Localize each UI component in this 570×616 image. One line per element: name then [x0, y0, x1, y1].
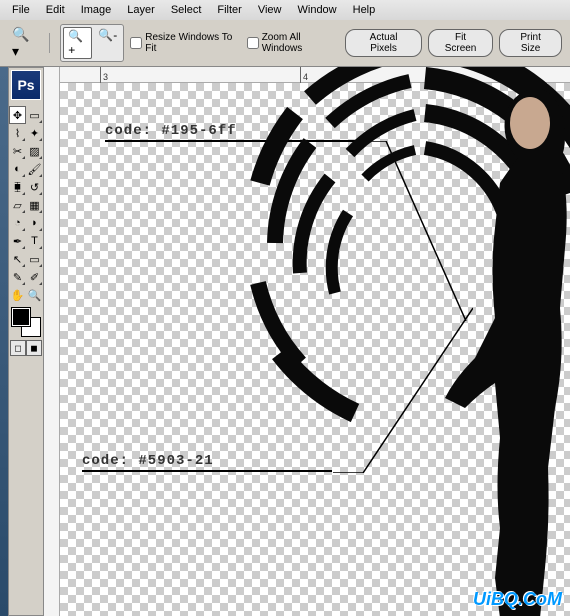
- divider: [49, 33, 50, 53]
- eraser-tool[interactable]: ▱: [9, 196, 26, 214]
- tool-palette: Ps ✥▭ ⌇✦ ✂▨ ◐🖌 ⧯↺ ▱▦ ◔◗ ✒T ↖▭ ✎✐ ✋🔍 ◻ ◼: [8, 67, 44, 616]
- menu-window[interactable]: Window: [290, 2, 345, 18]
- vertical-ruler[interactable]: [44, 67, 60, 616]
- standard-mode[interactable]: ◻: [10, 340, 26, 356]
- print-size-button[interactable]: Print Size: [499, 29, 562, 57]
- document-window: 3 4 5 code: #195-6ff code: #5903-21: [44, 67, 570, 616]
- marquee-tool[interactable]: ▭: [26, 106, 43, 124]
- canvas[interactable]: code: #195-6ff code: #5903-21: [60, 83, 570, 616]
- fit-screen-button[interactable]: Fit Screen: [428, 29, 493, 57]
- pen-tool[interactable]: ✒: [9, 232, 26, 250]
- history-brush-tool[interactable]: ↺: [26, 178, 43, 196]
- menu-select[interactable]: Select: [163, 2, 210, 18]
- magic-wand-tool[interactable]: ✦: [26, 124, 43, 142]
- quickmask-mode[interactable]: ◼: [26, 340, 42, 356]
- panel-dock-tab[interactable]: [0, 67, 8, 616]
- menu-view[interactable]: View: [250, 2, 290, 18]
- zoom-out-icon[interactable]: 🔍-: [94, 27, 121, 59]
- zoom-in-icon[interactable]: 🔍+: [63, 27, 92, 59]
- workspace: Ps ✥▭ ⌇✦ ✂▨ ◐🖌 ⧯↺ ▱▦ ◔◗ ✒T ↖▭ ✎✐ ✋🔍 ◻ ◼ …: [0, 67, 570, 616]
- options-bar: 🔍▾ 🔍+ 🔍- Resize Windows To Fit Zoom All …: [0, 20, 570, 67]
- mask-mode-group: ◻ ◼: [10, 340, 42, 356]
- main-menu-bar: File Edit Image Layer Select Filter View…: [0, 0, 570, 20]
- menu-filter[interactable]: Filter: [209, 2, 249, 18]
- zoom-all-option: Zoom All Windows: [247, 32, 340, 54]
- watermark: UiBQ.CoM: [473, 589, 562, 610]
- move-tool[interactable]: ✥: [9, 106, 26, 124]
- ruler-tick: 3: [100, 67, 108, 83]
- menu-edit[interactable]: Edit: [38, 2, 73, 18]
- blur-tool[interactable]: ◔: [9, 214, 26, 232]
- resize-windows-checkbox[interactable]: [130, 37, 142, 49]
- notes-tool[interactable]: ✎: [9, 268, 26, 286]
- type-tool[interactable]: T: [26, 232, 43, 250]
- foreground-color[interactable]: [12, 308, 30, 326]
- menu-help[interactable]: Help: [345, 2, 384, 18]
- menu-image[interactable]: Image: [73, 2, 120, 18]
- color-swatches: [12, 308, 40, 336]
- hand-tool[interactable]: ✋: [9, 286, 26, 304]
- figure-silhouette: [440, 88, 570, 616]
- gradient-tool[interactable]: ▦: [26, 196, 43, 214]
- app-logo: Ps: [11, 70, 41, 100]
- lasso-tool[interactable]: ⌇: [9, 124, 26, 142]
- actual-pixels-button[interactable]: Actual Pixels: [345, 29, 422, 57]
- resize-windows-option: Resize Windows To Fit: [130, 32, 240, 54]
- shape-tool[interactable]: ▭: [26, 250, 43, 268]
- zoom-mode-group: 🔍+ 🔍-: [60, 24, 124, 62]
- menu-layer[interactable]: Layer: [119, 2, 163, 18]
- brush-tool[interactable]: 🖌: [26, 160, 43, 178]
- zoom-all-label: Zoom All Windows: [262, 32, 340, 54]
- zoom-tool-icon: 🔍▾: [8, 24, 39, 62]
- resize-windows-label: Resize Windows To Fit: [145, 32, 240, 54]
- dodge-tool[interactable]: ◗: [26, 214, 43, 232]
- zoom-tool[interactable]: 🔍: [26, 286, 43, 304]
- healing-brush-tool[interactable]: ◐: [9, 160, 26, 178]
- crop-tool[interactable]: ✂: [9, 142, 26, 160]
- path-select-tool[interactable]: ↖: [9, 250, 26, 268]
- zoom-all-checkbox[interactable]: [247, 37, 259, 49]
- slice-tool[interactable]: ▨: [26, 142, 43, 160]
- menu-file[interactable]: File: [4, 2, 38, 18]
- eyedropper-tool[interactable]: ✐: [26, 268, 43, 286]
- stamp-tool[interactable]: ⧯: [9, 178, 26, 196]
